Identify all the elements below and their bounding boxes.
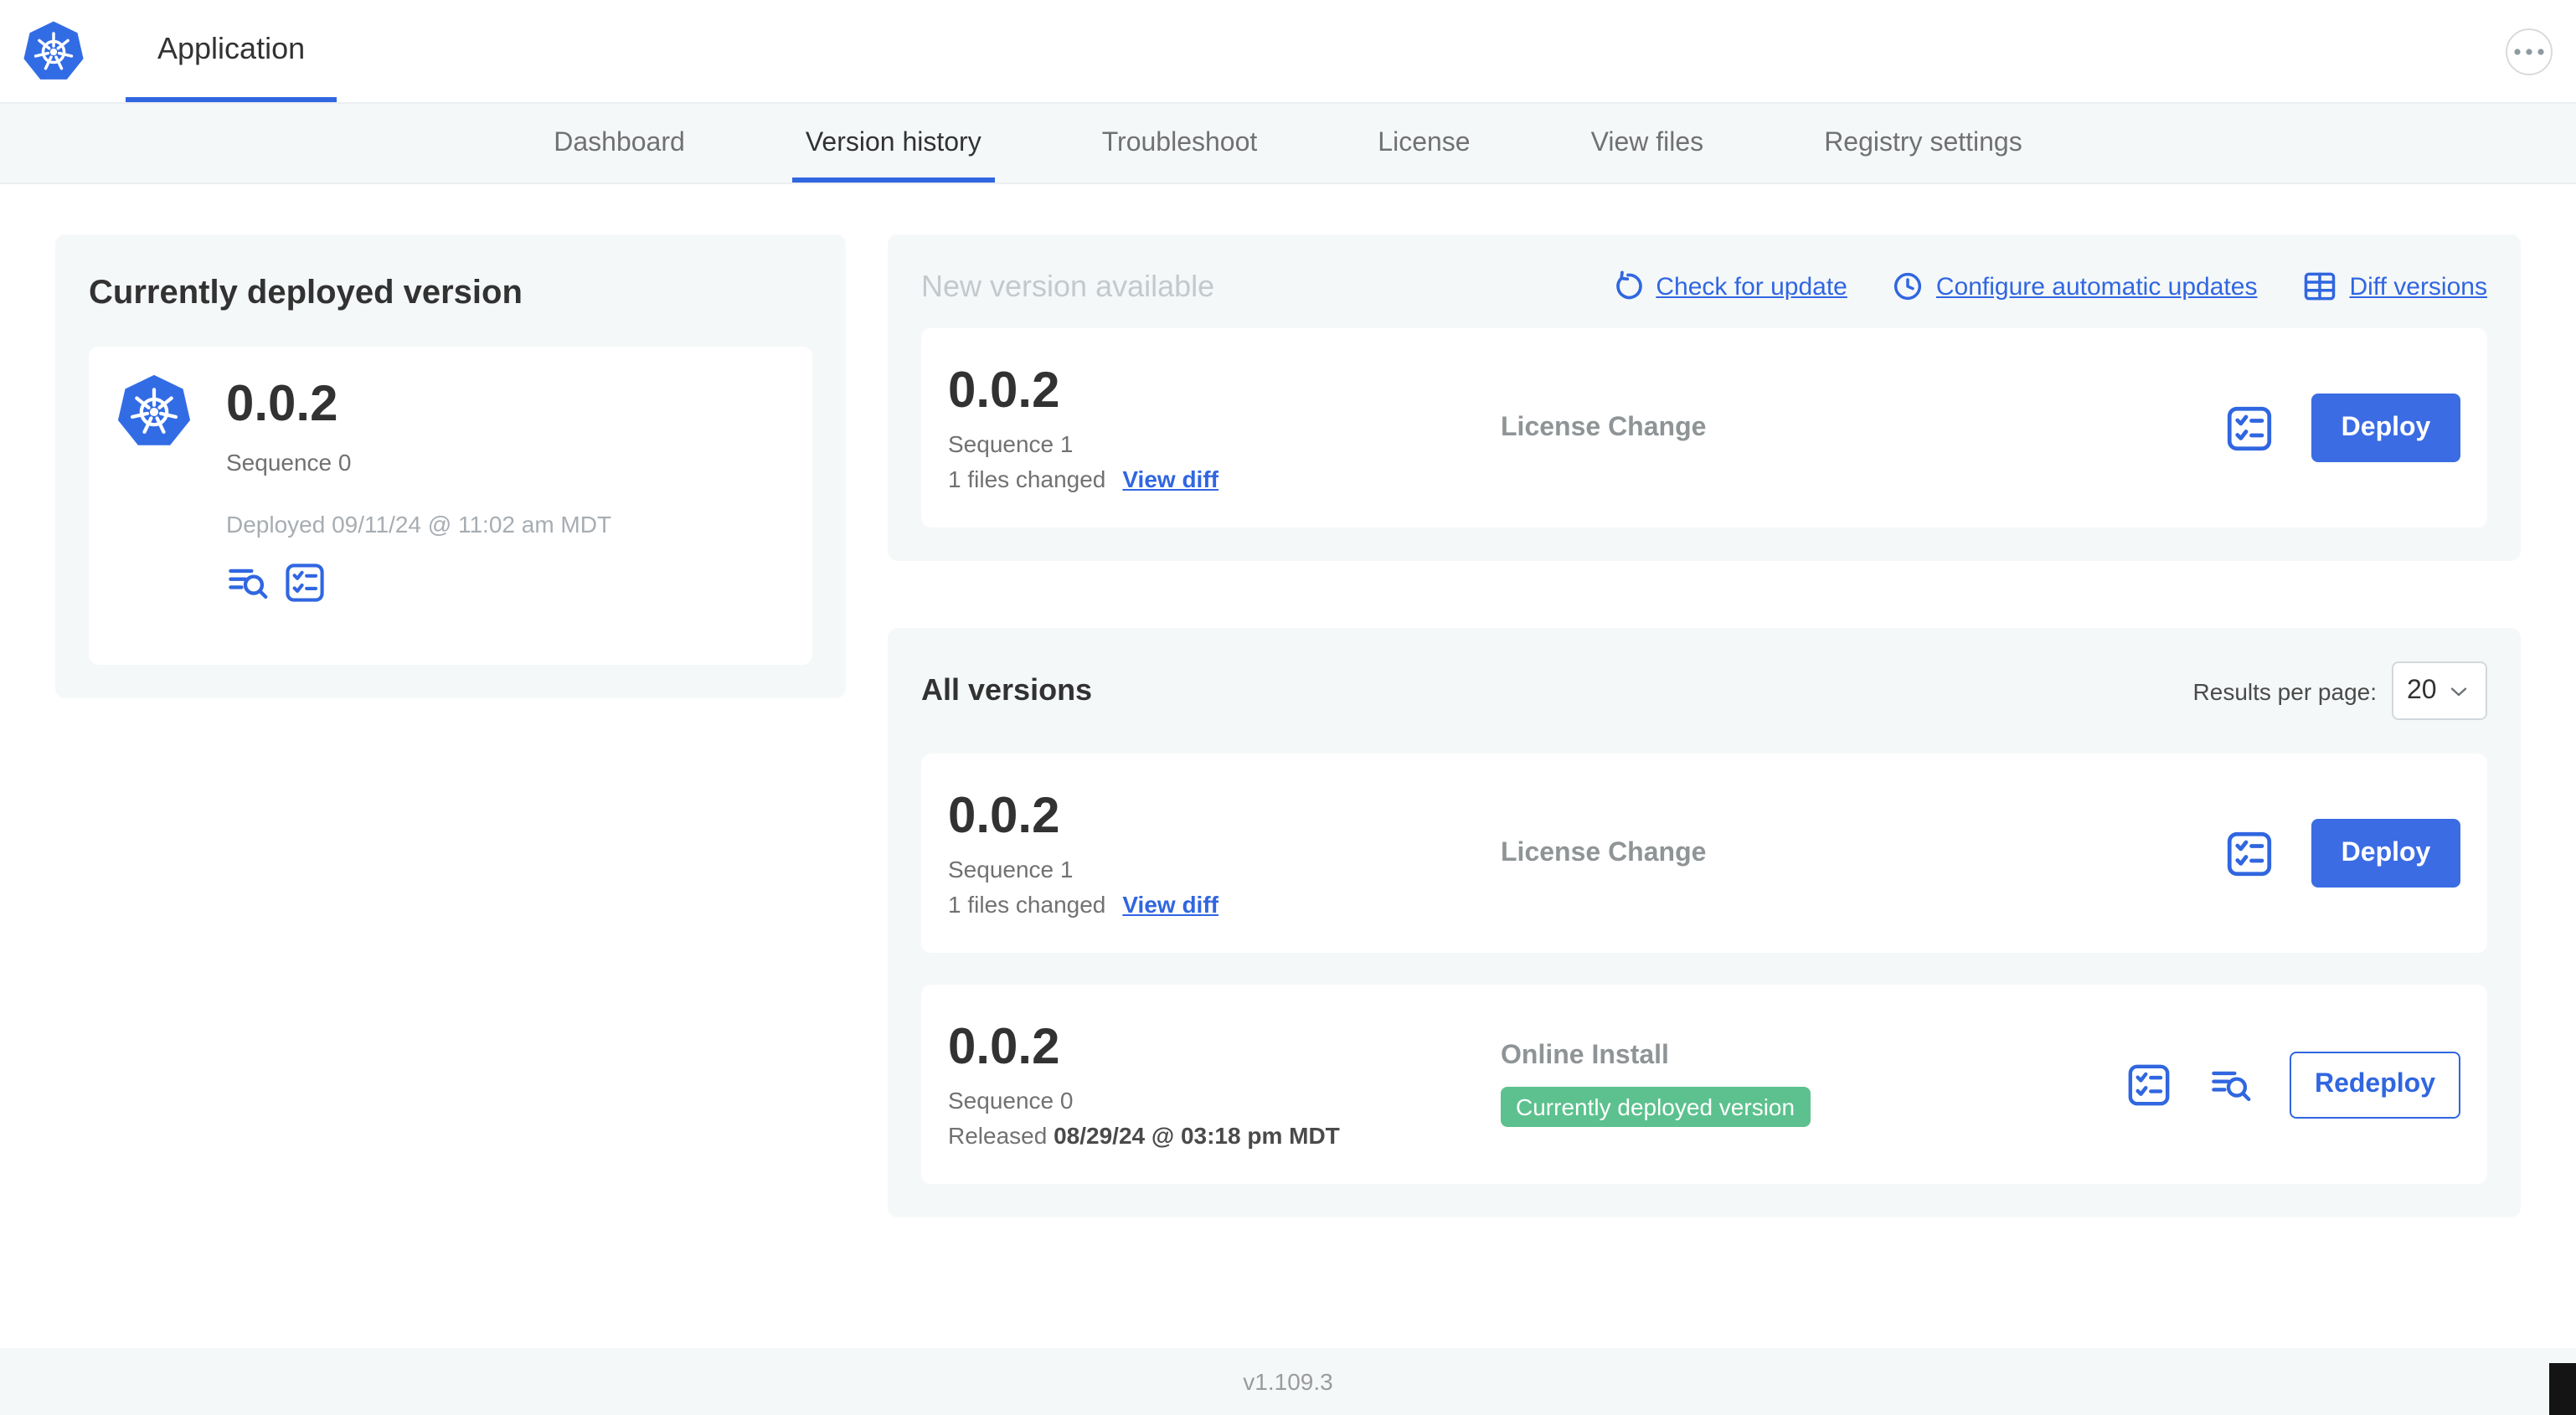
source-label: Online Install (1501, 1042, 1669, 1070)
version-info: 0.0.2 Sequence 1 1 files changed View di… (948, 789, 1501, 918)
preflight-checks-icon (2125, 1061, 2172, 1108)
deploy-button[interactable]: Deploy (2311, 819, 2460, 888)
logs-icon (2209, 1063, 2253, 1106)
released-label: Released (948, 1122, 1048, 1149)
diff-icon (2300, 268, 2337, 305)
version-number: 0.0.2 (948, 789, 1060, 844)
ellipsis-icon (2509, 32, 2549, 72)
all-versions-header: All versions Results per page: 20 (921, 661, 2487, 720)
application-tab-label: Application (157, 31, 306, 64)
versions-column: New version available Check for update C… (888, 234, 2521, 1348)
configure-automatic-updates-link[interactable]: Configure automatic updates (1891, 270, 2258, 303)
view-deploy-logs-button[interactable] (2209, 1063, 2253, 1106)
deployed-timestamp: Deployed 09/11/24 @ 11:02 am MDT (226, 511, 612, 538)
console-version: v1.109.3 (1243, 1368, 1333, 1395)
results-per-page-select[interactable]: 20 (2392, 661, 2487, 720)
tab-dashboard[interactable]: Dashboard (540, 104, 698, 183)
results-per-page-label: Results per page: (2192, 677, 2377, 704)
view-diff-link[interactable]: View diff (1122, 891, 1218, 918)
clock-icon (1891, 270, 1924, 303)
check-for-update-label: Check for update (1656, 272, 1847, 301)
files-changed-row: 1 files changed View diff (948, 891, 1501, 918)
row-actions: Deploy (2224, 819, 2460, 888)
results-per-page-value: 20 (2407, 676, 2437, 704)
current-version-info: 0.0.2 Sequence 0 Deployed 09/11/24 @ 11:… (226, 373, 611, 638)
tab-view-files[interactable]: View files (1578, 104, 1718, 183)
tab-registry-settings[interactable]: Registry settings (1811, 104, 2036, 183)
sequence-label: Sequence 1 (948, 856, 1074, 882)
logs-icon (226, 561, 270, 605)
kubernetes-logo-icon (116, 373, 193, 450)
diff-versions-link[interactable]: Diff versions (2300, 268, 2487, 305)
tab-troubleshoot[interactable]: Troubleshoot (1089, 104, 1271, 183)
files-changed-label: 1 files changed (948, 891, 1106, 918)
sequence-label: Sequence 1 (948, 430, 1074, 457)
tab-version-history[interactable]: Version history (791, 104, 995, 183)
preflight-checks-icon (2224, 828, 2275, 878)
preflight-checks-button[interactable] (2224, 403, 2275, 453)
version-list: 0.0.2 Sequence 1 1 files changed View di… (921, 754, 2487, 1184)
new-version-row: 0.0.2 Sequence 1 1 files changed View di… (921, 328, 2487, 527)
refresh-icon (1610, 270, 1644, 303)
version-number: 0.0.2 (226, 377, 338, 432)
files-changed-row: 1 files changed View diff (948, 466, 1501, 492)
current-version-card: Currently deployed version 0.0.2 Sequenc… (55, 234, 846, 698)
new-version-card: New version available Check for update C… (888, 234, 2521, 561)
scrollbar-thumb[interactable] (2549, 1363, 2576, 1415)
preflight-checks-button[interactable] (2125, 1061, 2172, 1108)
version-info: 0.0.2 Sequence 1 1 files changed View di… (948, 363, 1501, 492)
kubernetes-logo-icon (22, 18, 85, 83)
diff-versions-label: Diff versions (2349, 272, 2487, 301)
all-versions-card: All versions Results per page: 20 0.0.2 … (888, 628, 2521, 1217)
sequence-label: Sequence 0 (226, 449, 352, 476)
all-versions-title: All versions (921, 673, 1093, 707)
version-source: Online Install Currently deployed versio… (1501, 1042, 2125, 1127)
preflight-checks-icon (2224, 403, 2275, 453)
main-content: Currently deployed version 0.0.2 Sequenc… (0, 184, 2576, 1348)
currently-deployed-badge: Currently deployed version (1501, 1087, 1811, 1127)
row-actions: Deploy (2224, 394, 2460, 462)
version-number: 0.0.2 (948, 1020, 1060, 1075)
application-tab[interactable]: Application (126, 0, 337, 102)
files-changed-label: 1 files changed (948, 466, 1106, 492)
version-source: License Change (1501, 413, 2224, 443)
top-bar: Application (0, 0, 2576, 104)
redeploy-button[interactable]: Redeploy (2290, 1051, 2460, 1118)
preflight-checks-button[interactable] (2224, 828, 2275, 878)
check-for-update-link[interactable]: Check for update (1610, 270, 1847, 303)
preflight-checks-icon (283, 561, 327, 605)
current-version-detail: 0.0.2 Sequence 0 Deployed 09/11/24 @ 11:… (89, 347, 812, 665)
app-subnav: Dashboard Version history Troubleshoot L… (0, 104, 2576, 184)
view-deploy-logs-button[interactable] (226, 561, 270, 605)
current-version-column: Currently deployed version 0.0.2 Sequenc… (55, 234, 846, 1348)
results-per-page: Results per page: 20 (2193, 661, 2487, 720)
version-row: 0.0.2 Sequence 1 1 files changed View di… (921, 754, 2487, 953)
version-row: 0.0.2 Sequence 0 Released 08/29/24 @ 03:… (921, 985, 2487, 1184)
tab-license[interactable]: License (1364, 104, 1483, 183)
new-version-title: New version available (921, 269, 1215, 302)
source-label: License Change (1501, 838, 1707, 867)
deploy-button[interactable]: Deploy (2311, 394, 2460, 462)
preflight-checks-button[interactable] (283, 561, 327, 605)
version-info: 0.0.2 Sequence 0 Released 08/29/24 @ 03:… (948, 1020, 1501, 1149)
version-source: License Change (1501, 838, 2224, 868)
configure-automatic-updates-label: Configure automatic updates (1935, 272, 2258, 301)
chevron-down-icon (2445, 677, 2472, 704)
source-label: License Change (1501, 413, 1707, 441)
released-date: 08/29/24 @ 03:18 pm MDT (1054, 1122, 1340, 1149)
released-timestamp: Released 08/29/24 @ 03:18 pm MDT (948, 1122, 1501, 1149)
version-number: 0.0.2 (948, 363, 1060, 419)
version-actions-links: Check for update Configure automatic upd… (1610, 268, 2487, 305)
app-window: Application Dashboard Version history Tr… (0, 0, 2576, 1415)
current-version-title: Currently deployed version (89, 275, 523, 311)
view-diff-link[interactable]: View diff (1122, 466, 1218, 492)
row-actions: Redeploy (2125, 1051, 2460, 1118)
more-button[interactable] (2506, 28, 2553, 75)
current-version-actions (226, 561, 611, 605)
new-version-header: New version available Check for update C… (921, 268, 2487, 305)
sequence-label: Sequence 0 (948, 1087, 1074, 1114)
footer: v1.109.3 (0, 1348, 2576, 1415)
